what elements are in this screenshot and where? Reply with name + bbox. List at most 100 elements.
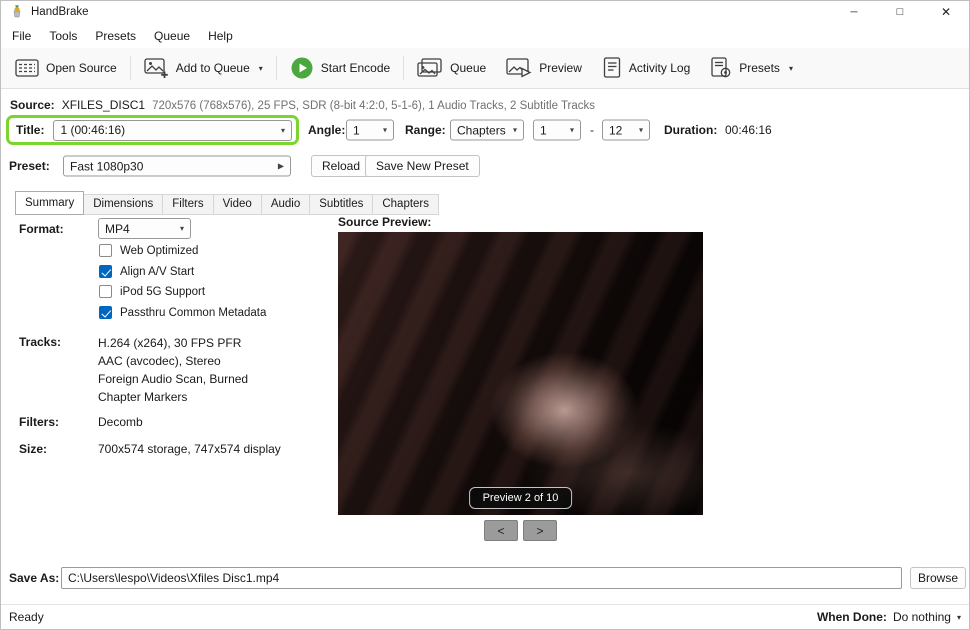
chevron-down-icon: ▾ bbox=[179, 224, 184, 233]
checkbox-label: Web Optimized bbox=[120, 244, 199, 257]
chevron-down-icon[interactable]: ▾ bbox=[789, 64, 793, 73]
tab-dimensions[interactable]: Dimensions bbox=[83, 194, 164, 215]
save-new-preset-button[interactable]: Save New Preset bbox=[365, 155, 480, 177]
checkbox-icon[interactable] bbox=[99, 306, 112, 319]
tab-audio[interactable]: Audio bbox=[260, 194, 311, 215]
source-preview-label: Source Preview: bbox=[338, 215, 432, 229]
angle-select[interactable]: 1 ▾ bbox=[346, 119, 394, 141]
tab-video[interactable]: Video bbox=[212, 194, 262, 215]
preset-select[interactable]: Fast 1080p30 ▶ bbox=[63, 155, 291, 177]
checkbox-icon[interactable] bbox=[99, 244, 112, 257]
size-value: 700x574 storage, 747x574 display bbox=[98, 442, 281, 456]
maximize-icon: □ bbox=[896, 6, 904, 18]
tracks-list: H.264 (x264), 30 FPS PFR AAC (avcodec), … bbox=[98, 334, 248, 406]
browse-button[interactable]: Browse bbox=[910, 567, 966, 589]
close-button[interactable]: ✕ bbox=[923, 1, 969, 23]
range-separator: - bbox=[590, 123, 594, 137]
chapter-start-select[interactable]: 1 ▾ bbox=[533, 119, 581, 141]
minimize-button[interactable]: ─ bbox=[831, 1, 877, 23]
range-type-select[interactable]: Chapters ▾ bbox=[450, 119, 524, 141]
maximize-button[interactable]: □ bbox=[877, 1, 923, 23]
chapter-end-select[interactable]: 12 ▾ bbox=[602, 119, 650, 141]
reload-button[interactable]: Reload bbox=[311, 155, 372, 177]
window-controls: ─ □ ✕ bbox=[831, 1, 969, 23]
chevron-down-icon: ▾ bbox=[638, 125, 643, 135]
checkbox-align-av-start[interactable]: Align A/V Start bbox=[99, 265, 194, 278]
duration-label: Duration: bbox=[664, 123, 718, 137]
activity-log-icon bbox=[603, 57, 621, 78]
title-row: Title: 1 (00:46:16) ▾ Angle: 1 ▾ Range: … bbox=[1, 115, 969, 145]
chevron-down-icon[interactable]: ▾ bbox=[957, 613, 961, 622]
presets-button[interactable]: Presets ▾ bbox=[700, 52, 803, 84]
queue-icon bbox=[417, 57, 442, 77]
tab-filters[interactable]: Filters bbox=[162, 194, 214, 215]
format-label: Format: bbox=[19, 222, 64, 236]
chevron-down-icon[interactable]: ▾ bbox=[259, 64, 263, 73]
tab-subtitles[interactable]: Subtitles bbox=[309, 194, 374, 215]
checkbox-passthru-common-metadata[interactable]: Passthru Common Metadata bbox=[99, 306, 266, 319]
handbrake-window: HandBrake ─ □ ✕ File Tools Presets Queue… bbox=[0, 0, 970, 630]
save-as-row: Save As: Browse bbox=[1, 567, 969, 589]
presets-label: Presets bbox=[739, 61, 780, 75]
checkbox-web-optimized[interactable]: Web Optimized bbox=[99, 244, 198, 257]
preset-label: Preset: bbox=[9, 159, 50, 173]
preview-next-button[interactable]: > bbox=[523, 520, 557, 541]
track-line: AAC (avcodec), Stereo bbox=[98, 354, 221, 368]
tab-summary[interactable]: Summary bbox=[15, 191, 85, 215]
toolbar: Open Source Add to Queue ▾ Start Encode bbox=[1, 48, 969, 89]
start-encode-icon bbox=[291, 57, 313, 79]
menu-item-help[interactable]: Help bbox=[199, 26, 242, 46]
checkbox-icon[interactable] bbox=[99, 285, 112, 298]
preset-select-value: Fast 1080p30 bbox=[70, 159, 144, 173]
filters-value: Decomb bbox=[98, 415, 143, 429]
chevron-right-icon: ▶ bbox=[277, 161, 284, 171]
track-line: Foreign Audio Scan, Burned bbox=[98, 372, 249, 386]
add-to-queue-button[interactable]: Add to Queue ▾ bbox=[134, 52, 273, 84]
toolbar-separator bbox=[403, 56, 405, 80]
chevron-down-icon: ▾ bbox=[569, 125, 574, 135]
save-as-input[interactable] bbox=[61, 567, 902, 589]
start-encode-button[interactable]: Start Encode bbox=[280, 52, 400, 84]
tracks-label: Tracks: bbox=[19, 335, 62, 349]
when-done-select[interactable]: Do nothing bbox=[893, 610, 951, 624]
queue-button[interactable]: Queue bbox=[407, 52, 496, 84]
open-source-button[interactable]: Open Source bbox=[5, 52, 127, 84]
toolbar-separator bbox=[275, 56, 277, 80]
preview-label: Preview bbox=[539, 61, 582, 75]
preset-row: Preset: Fast 1080p30 ▶ Reload Save New P… bbox=[1, 154, 969, 178]
chevron-down-icon: ▾ bbox=[280, 125, 285, 135]
tab-chapters[interactable]: Chapters bbox=[372, 194, 440, 215]
preview-prev-button[interactable]: < bbox=[484, 520, 518, 541]
title-select[interactable]: 1 (00:46:16) ▾ bbox=[53, 119, 292, 141]
next-arrow-icon: > bbox=[536, 523, 544, 538]
format-select[interactable]: MP4 ▾ bbox=[98, 218, 191, 239]
preview-icon bbox=[506, 57, 532, 78]
add-to-queue-icon bbox=[144, 57, 168, 78]
menu-item-presets[interactable]: Presets bbox=[86, 26, 145, 46]
source-name: XFILES_DISC1 bbox=[61, 98, 146, 112]
range-type-value: Chapters bbox=[457, 123, 506, 137]
start-encode-label: Start Encode bbox=[320, 61, 391, 75]
preview-navigation: < > bbox=[338, 520, 703, 541]
queue-label: Queue bbox=[450, 61, 487, 75]
title-highlight-box: Title: 1 (00:46:16) ▾ bbox=[6, 115, 299, 145]
toolbar-separator bbox=[129, 56, 131, 80]
checkbox-ipod-5g-support[interactable]: iPod 5G Support bbox=[99, 285, 205, 298]
when-done-group: When Done: Do nothing ▾ bbox=[817, 610, 961, 624]
menu-item-file[interactable]: File bbox=[3, 26, 40, 46]
presets-icon bbox=[711, 57, 731, 78]
open-source-label: Open Source bbox=[46, 61, 117, 75]
source-label: Source: bbox=[10, 98, 55, 112]
window-title: HandBrake bbox=[31, 6, 89, 18]
menu-item-tools[interactable]: Tools bbox=[40, 26, 86, 46]
range-label: Range: bbox=[405, 123, 446, 137]
menubar: File Tools Presets Queue Help bbox=[1, 23, 969, 48]
when-done-label: When Done: bbox=[816, 610, 887, 624]
duration-value: 00:46:16 bbox=[725, 123, 772, 137]
preview-button[interactable]: Preview bbox=[496, 52, 592, 84]
save-as-label: Save As: bbox=[9, 571, 60, 585]
chapter-start-value: 1 bbox=[540, 123, 547, 137]
activity-log-button[interactable]: Activity Log bbox=[592, 52, 700, 84]
menu-item-queue[interactable]: Queue bbox=[145, 26, 199, 46]
checkbox-icon[interactable] bbox=[99, 265, 112, 278]
